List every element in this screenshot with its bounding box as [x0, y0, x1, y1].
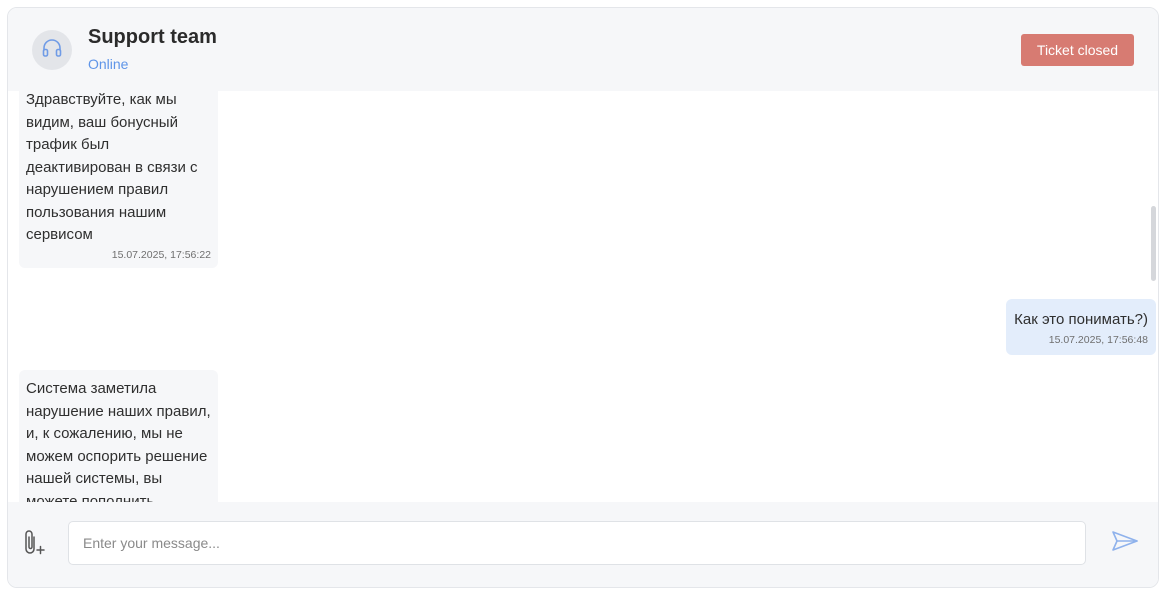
message-text: Как это понимать?)	[1014, 311, 1148, 328]
message-timestamp: 15.07.2025, 17:56:48	[1048, 333, 1148, 346]
message-text: Система заметила нарушение наших правил,…	[26, 380, 211, 502]
ticket-closed-button[interactable]: Ticket closed	[1021, 34, 1134, 66]
message-list[interactable]: Здравствуйте, как мы видим, ваш бонусный…	[8, 91, 1158, 502]
chat-window: Support team Online Ticket closed Здравс…	[7, 7, 1159, 588]
avatar	[32, 30, 72, 70]
message-composer	[8, 502, 1158, 587]
message-text: Здравствуйте, как мы видим, ваш бонусный…	[26, 91, 198, 243]
send-button[interactable]	[1109, 530, 1141, 556]
incoming-message: Здравствуйте, как мы видим, ваш бонусный…	[19, 91, 218, 268]
scrollbar-thumb[interactable]	[1151, 206, 1156, 281]
paperclip-icon	[22, 528, 46, 561]
headset-icon	[40, 36, 64, 65]
message-input[interactable]	[68, 521, 1086, 565]
outgoing-message: Как это понимать?) 15.07.2025, 17:56:48	[1006, 299, 1156, 355]
attach-button[interactable]	[21, 529, 47, 559]
incoming-message: Система заметила нарушение наших правил,…	[19, 370, 218, 502]
online-status: Online	[88, 56, 129, 72]
chat-header: Support team Online Ticket closed	[8, 8, 1158, 91]
send-icon	[1111, 530, 1139, 557]
message-timestamp: 15.07.2025, 17:56:22	[111, 248, 211, 261]
chat-title: Support team	[88, 26, 217, 48]
